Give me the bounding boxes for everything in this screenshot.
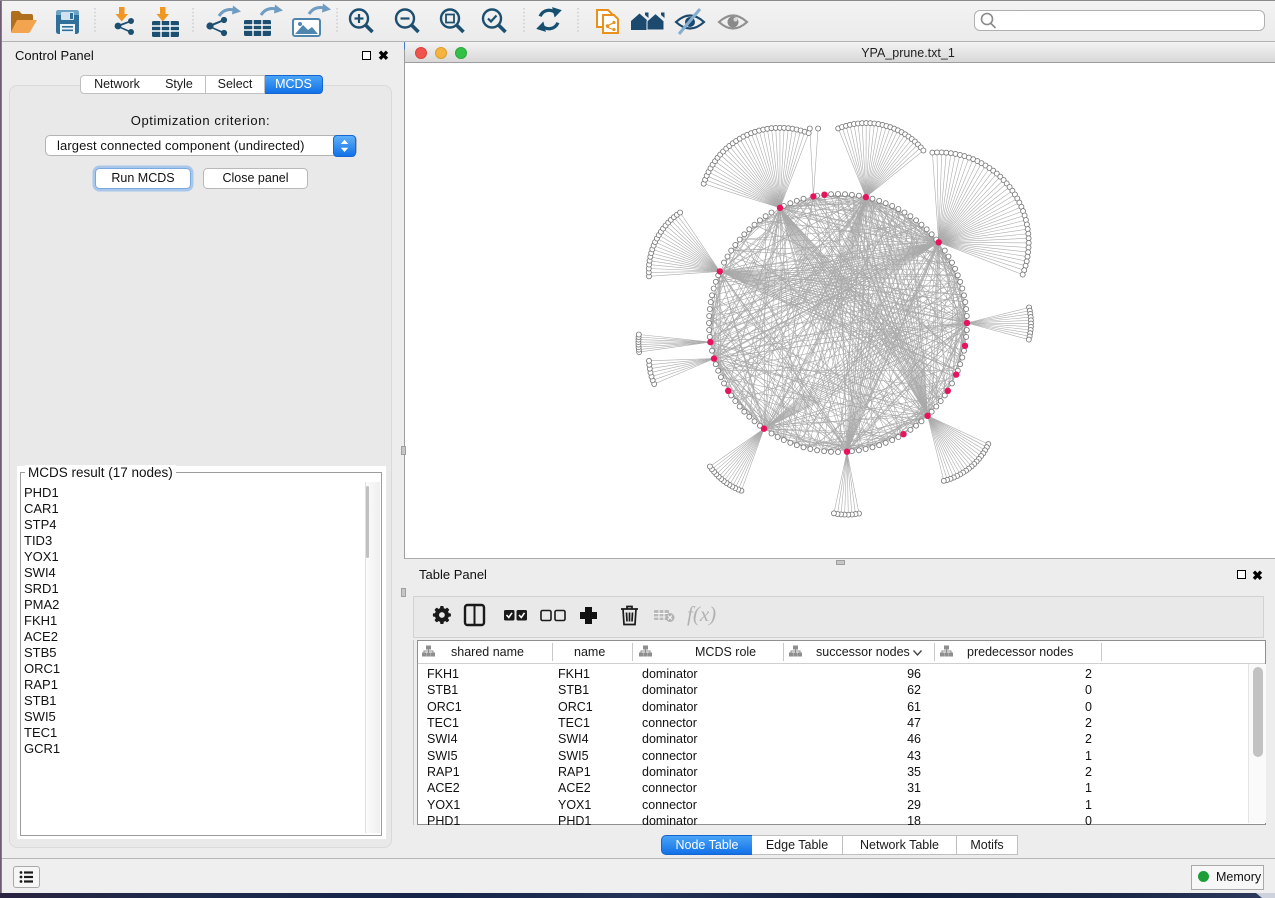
svg-text:f(x): f(x) [687, 602, 716, 626]
